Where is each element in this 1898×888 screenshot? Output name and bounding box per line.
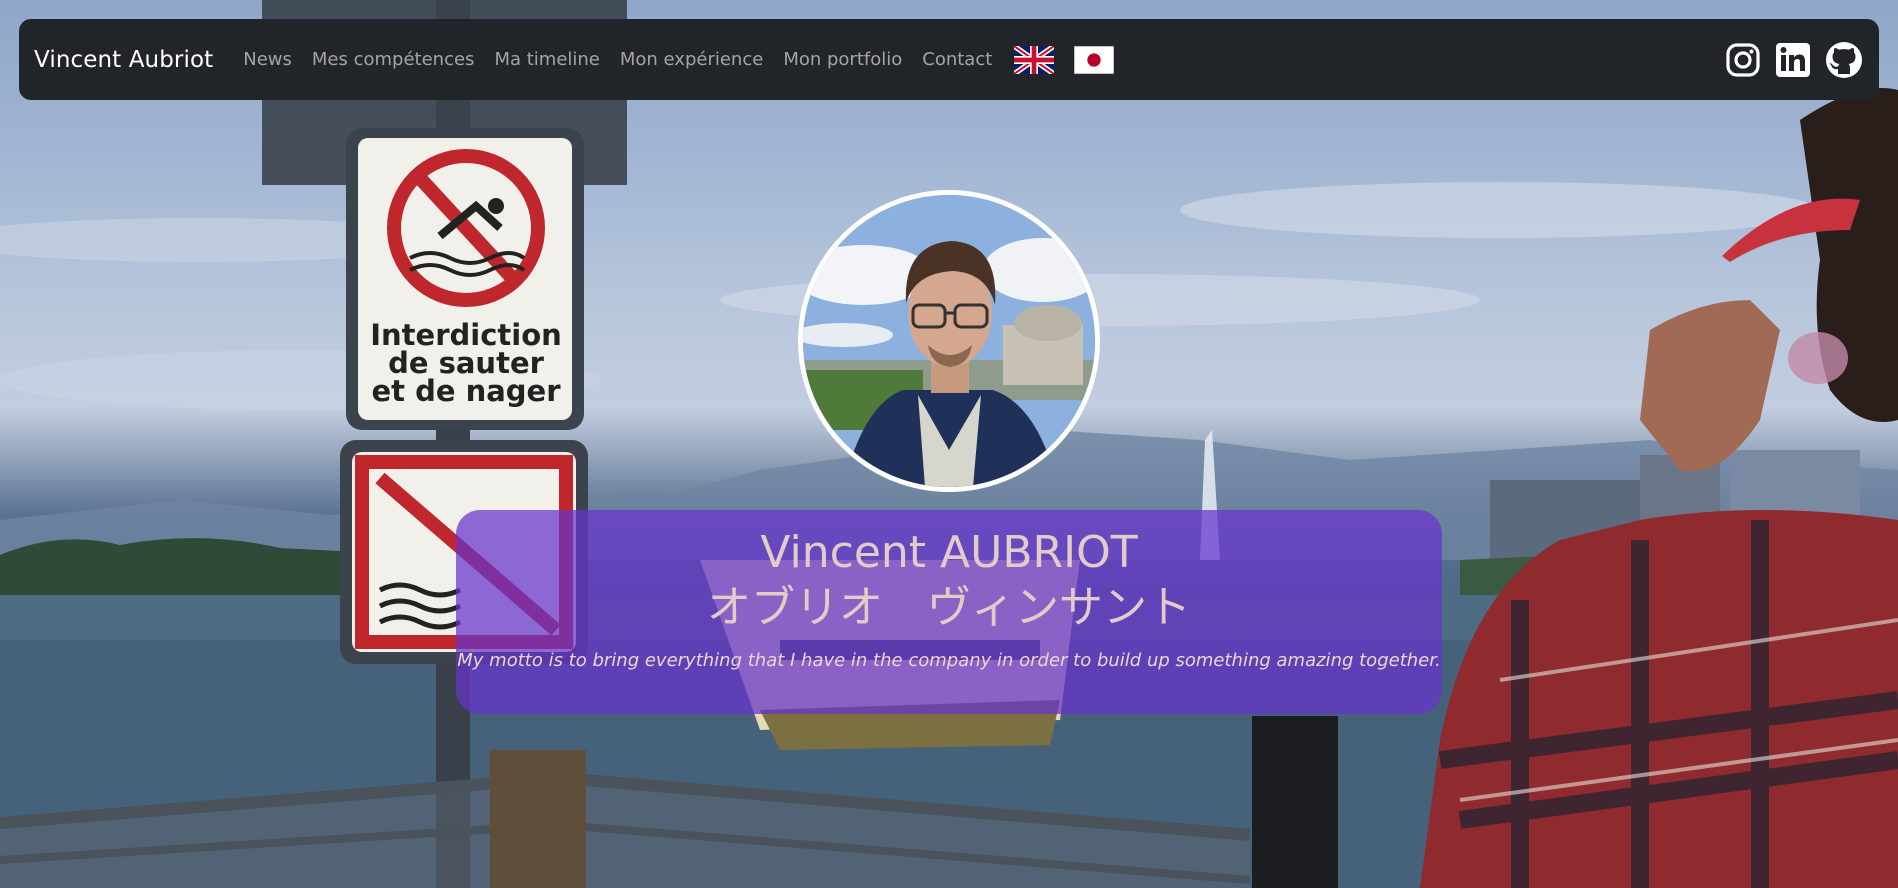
github-icon[interactable]: [1825, 41, 1863, 79]
nav-link-timeline[interactable]: Ma timeline: [484, 49, 609, 70]
hero-motto: My motto is to bring everything that I h…: [457, 650, 1441, 671]
page: Interdiction de sauter et de nager Vince…: [0, 0, 1898, 888]
linkedin-icon[interactable]: [1775, 42, 1811, 78]
hero-name: Vincent AUBRIOT: [760, 527, 1138, 578]
uk-flag-icon[interactable]: [1014, 45, 1055, 74]
profile-photo: [803, 195, 1095, 487]
instagram-icon[interactable]: [1725, 42, 1761, 78]
hero-card: Vincent AUBRIOT オブリオ ヴィンサント My motto is …: [456, 510, 1442, 714]
nav-link-contact[interactable]: Contact: [912, 49, 1002, 70]
japan-flag-icon[interactable]: [1074, 45, 1115, 74]
nav-link-competences[interactable]: Mes compétences: [302, 49, 485, 70]
navbar: Vincent Aubriot News Mes compétences Ma …: [19, 19, 1879, 100]
hero-name-katakana: オブリオ ヴィンサント: [707, 582, 1191, 633]
nav-link-portfolio[interactable]: Mon portfolio: [773, 49, 912, 70]
nav-link-news[interactable]: News: [233, 49, 302, 70]
brand-link[interactable]: Vincent Aubriot: [34, 47, 213, 73]
nav-links: News Mes compétences Ma timeline Mon exp…: [233, 45, 1115, 74]
social-links: [1725, 41, 1863, 79]
sign-text-line3: et de nager: [371, 374, 561, 408]
profile-avatar: [798, 190, 1100, 492]
nav-link-experience[interactable]: Mon expérience: [610, 49, 773, 70]
